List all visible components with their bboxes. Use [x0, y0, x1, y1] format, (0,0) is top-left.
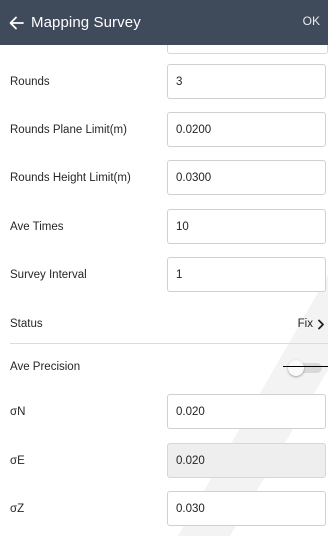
rounds-plane-limit-value: 0.0200 — [176, 123, 212, 136]
sigma-e-label: σE — [10, 454, 25, 467]
sigma-z-input[interactable]: 0.030 — [167, 491, 326, 526]
survey-interval-row: Survey Interval 1 — [0, 257, 328, 292]
sigma-e-input[interactable]: 0.020 — [167, 443, 326, 478]
survey-interval-input[interactable]: 1 — [167, 257, 326, 292]
rounds-label: Rounds — [10, 75, 50, 88]
sigma-e-row: σE 0.020 — [0, 443, 328, 478]
ok-button[interactable]: OK — [303, 14, 320, 28]
survey-settings-panel: Rounds 3 Rounds Plane Limit(m) 0.0200 Ro… — [0, 45, 328, 536]
back-arrow-icon[interactable] — [5, 12, 27, 34]
ave-times-input[interactable]: 10 — [167, 209, 326, 244]
rounds-plane-limit-input[interactable]: 0.0200 — [167, 112, 326, 147]
sigma-n-row: σN 0.020 — [0, 394, 328, 429]
rounds-plane-limit-row: Rounds Plane Limit(m) 0.0200 — [0, 112, 328, 147]
survey-interval-value: 1 — [176, 268, 183, 281]
status-value: Fix — [297, 318, 313, 330]
sigma-n-value: 0.020 — [176, 405, 205, 418]
rounds-input[interactable]: 3 — [167, 64, 326, 99]
ave-times-row: Ave Times 10 — [0, 209, 328, 244]
ave-times-value: 10 — [176, 220, 189, 233]
sigma-n-label: σN — [10, 405, 26, 418]
ave-times-label: Ave Times — [10, 220, 64, 233]
sigma-z-label: σZ — [10, 502, 25, 515]
ave-precision-toggle[interactable] — [288, 360, 324, 376]
previous-field-edge — [167, 45, 328, 54]
ave-precision-row: Ave Precision — [0, 352, 328, 382]
rounds-height-limit-value: 0.0300 — [176, 171, 212, 184]
page-title: Mapping Survey — [31, 14, 141, 31]
rounds-height-limit-row: Rounds Height Limit(m) 0.0300 — [0, 160, 328, 195]
rounds-height-limit-input[interactable]: 0.0300 — [167, 160, 326, 195]
status-label: Status — [10, 318, 43, 330]
section-divider — [10, 343, 328, 344]
app-bar: Mapping Survey OK — [0, 0, 328, 45]
sigma-n-input[interactable]: 0.020 — [167, 394, 326, 429]
rounds-height-limit-label: Rounds Height Limit(m) — [10, 171, 131, 184]
rounds-row: Rounds 3 — [0, 64, 328, 99]
rounds-plane-limit-label: Rounds Plane Limit(m) — [10, 123, 127, 136]
callout-line — [283, 366, 328, 367]
survey-interval-label: Survey Interval — [10, 268, 87, 281]
status-row[interactable]: Status Fix — [0, 307, 328, 341]
chevron-right-icon — [318, 319, 324, 329]
sigma-z-row: σZ 0.030 — [0, 491, 328, 526]
sigma-z-value: 0.030 — [176, 502, 205, 515]
ave-precision-label: Ave Precision — [10, 361, 81, 373]
rounds-value: 3 — [176, 75, 183, 88]
sigma-e-value: 0.020 — [176, 454, 205, 467]
toggle-knob — [288, 360, 304, 376]
status-selector[interactable]: Fix — [298, 318, 325, 330]
